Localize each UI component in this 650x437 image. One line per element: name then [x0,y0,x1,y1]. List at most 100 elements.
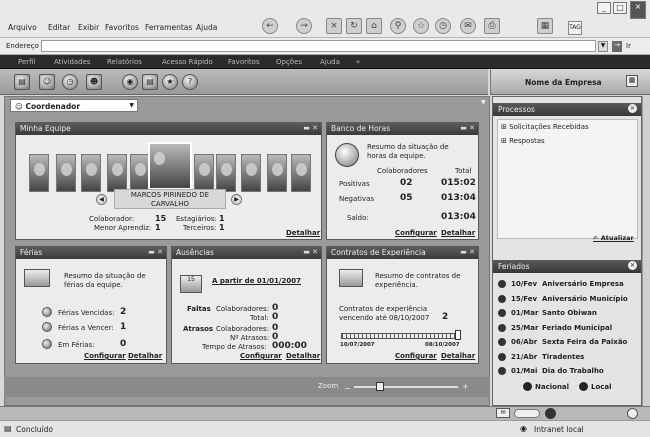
nav-ajuda[interactable]: Ajuda [320,58,340,66]
ferias-configurar-link[interactable]: Configurar [84,352,126,360]
em-ferias-label: Em Férias: [58,341,95,349]
menu-ferramentas[interactable]: Ferramentas [145,23,192,32]
clock-icon[interactable]: ◷ [62,74,78,90]
zoom-slider-thumb[interactable] [376,382,384,391]
team-icon[interactable]: ☻ [86,74,102,90]
clock-gauge-icon [335,143,359,167]
team-photo[interactable] [130,154,150,192]
go-button[interactable]: Ir [626,42,631,50]
refresh-icon[interactable]: ↻ [346,18,362,34]
panel-controls-icon[interactable]: ▬ ✕ [303,248,318,256]
ferias-detalhar-link[interactable]: Detalhar [128,352,162,360]
toggle-pill[interactable] [514,409,540,418]
team-photo[interactable] [81,154,101,192]
collapse-icon[interactable]: ✕ [628,261,637,270]
feriado-row: 10/Fev Aniversário Empresa [497,278,637,291]
panel-controls-icon[interactable]: ▬ ✕ [460,248,475,256]
browser-menubar: Arquivo Editar Exibir Favoritos Ferramen… [0,0,650,38]
collapse-icon[interactable]: ✕ [628,104,637,113]
selected-team-photo[interactable] [148,142,192,190]
atualizar-link[interactable]: ✍ Atualizar [593,234,634,242]
team-photo[interactable] [56,154,76,192]
users-icon[interactable]: ☺ [39,74,55,90]
vertical-scrollbar[interactable] [642,96,650,406]
panel-ferias: Férias ▬ ✕ Resumo da situação de férias d… [15,246,167,364]
right-sidebar: Processos ✕ ⊞ Solicitações Recebidas ⊞ Re… [492,96,642,406]
ausencias-configurar-link[interactable]: Configurar [240,352,282,360]
nav-more[interactable]: » [356,58,360,66]
favorites-icon[interactable]: ☆ [413,18,429,34]
scroll-down-icon[interactable]: ▼ [481,99,486,106]
close-button[interactable]: × [630,1,646,19]
stop-icon[interactable]: × [326,18,342,34]
home-icon[interactable]: ⌂ [366,18,382,34]
team-photo[interactable] [267,154,287,192]
zoom-slider-track[interactable] [354,386,458,388]
role-select[interactable]: ☺ Coordenador ▼ [10,99,138,112]
forward-icon[interactable]: → [296,18,312,34]
processos-item[interactable]: ⊞ Solicitações Recebidas [501,123,589,131]
expand-icon[interactable]: ⊞ [501,137,507,145]
menu-arquivo[interactable]: Arquivo [8,23,37,32]
menu-exibir[interactable]: Exibir [78,23,99,32]
nav-perfil[interactable]: Perfil [18,58,36,66]
maximize-button[interactable]: □ [613,2,627,14]
layout-icon[interactable]: ▦ [626,75,638,87]
banco-configurar-link[interactable]: Configurar [395,229,437,237]
card-icon[interactable]: ▤ [14,74,30,90]
status-dot-icon [545,408,556,419]
processos-item[interactable]: ⊞ Respostas [501,137,545,145]
star-icon[interactable]: ★ [162,74,178,90]
negativas-label: Negativas [339,195,375,203]
panel-controls-icon[interactable]: ▬ ✕ [148,248,163,256]
feriado-row: 01/Mar Santo Obiwan [497,307,637,320]
prev-arrow-icon[interactable]: ◀ [96,194,107,205]
banco-col-colaboradores: Colaboradores [377,167,428,175]
nav-opcoes[interactable]: Opções [276,58,302,66]
menu-editar[interactable]: Editar [48,23,70,32]
next-arrow-icon[interactable]: ▶ [231,194,242,205]
tag-icon[interactable]: TAG [568,21,582,35]
expand-icon[interactable]: ⊞ [501,123,507,131]
team-photo[interactable] [107,154,127,192]
history-icon[interactable]: ◷ [435,18,451,34]
windows-icon[interactable]: ▦ [537,18,553,34]
team-photo[interactable] [194,154,214,192]
minimize-button[interactable]: _ [597,2,611,14]
feriado-dot-icon [498,352,506,361]
mail-icon[interactable]: ✉ [460,18,476,34]
nav-atividades[interactable]: Atividades [54,58,91,66]
nav-favoritos[interactable]: Favoritos [228,58,260,66]
address-dropdown-icon[interactable]: ▼ [598,41,608,52]
banco-detalhar-link[interactable]: Detalhar [441,229,475,237]
feriado-row: 06/Abr Sexta Feira da Paixão [497,336,637,349]
menu-favoritos[interactable]: Favoritos [105,23,139,32]
help-icon[interactable]: ? [182,74,198,90]
contratos-configurar-link[interactable]: Configurar [395,352,437,360]
panel-controls-icon[interactable]: ▬ ✕ [303,124,318,132]
document-icon[interactable]: ▤ [142,74,158,90]
address-input[interactable] [41,40,596,52]
zoom-out-icon[interactable]: − [344,384,351,393]
menu-ajuda[interactable]: Ajuda [196,23,217,32]
equipe-detalhar-link[interactable]: Detalhar [286,229,320,237]
team-photo[interactable] [241,154,261,192]
nav-acesso-rapido[interactable]: Acesso Rápido [162,58,213,66]
panel-controls-icon[interactable]: ▬ ✕ [460,124,475,132]
print-icon[interactable]: ⎙ [484,18,500,34]
team-photo[interactable] [29,154,49,192]
back-icon[interactable]: ← [262,18,278,34]
nav-relatorios[interactable]: Relatórios [107,58,142,66]
mail-icon[interactable]: ✉ [496,408,510,418]
globe-icon[interactable]: ◉ [122,74,138,90]
ausencias-periodo-link[interactable]: A partir de 01/01/2007 [212,277,301,285]
search-icon[interactable]: ⚲ [390,18,406,34]
go-arrow-icon[interactable]: → [612,41,622,52]
panel-contratos: Contratos de Experiência ▬ ✕ Resumo de co… [326,246,479,364]
team-photo[interactable] [291,154,311,192]
team-photo[interactable] [216,154,236,192]
zoom-in-icon[interactable]: + [462,382,469,391]
ausencias-detalhar-link[interactable]: Detalhar [286,352,320,360]
atrasos-label: Atrasos [183,325,214,333]
contratos-detalhar-link[interactable]: Detalhar [441,352,475,360]
